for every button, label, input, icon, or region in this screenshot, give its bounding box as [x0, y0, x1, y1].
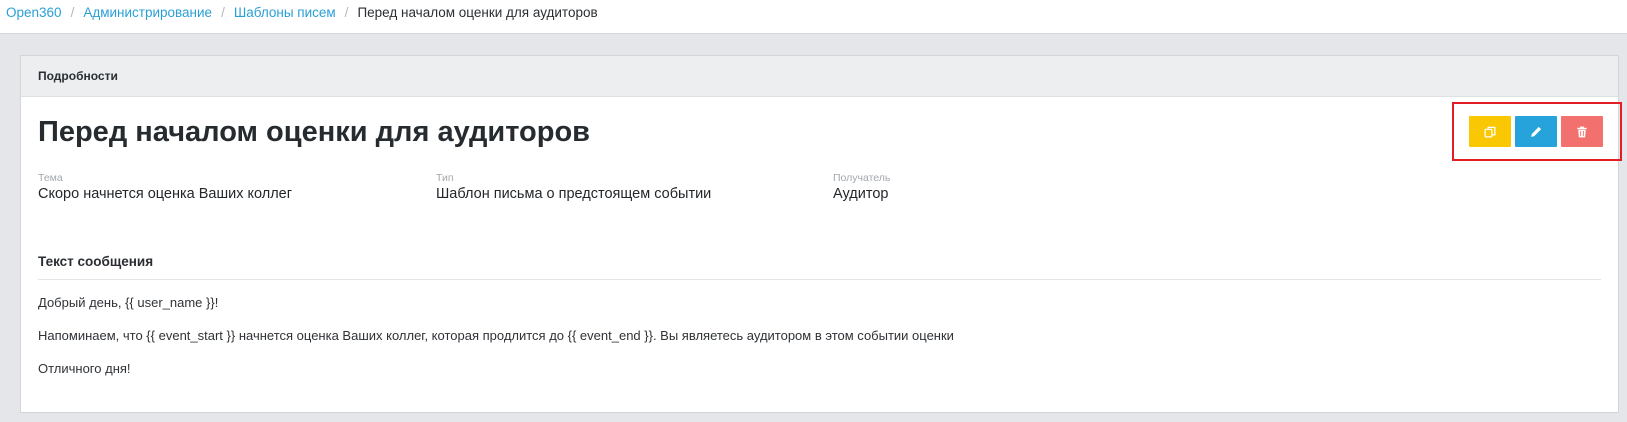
- pencil-icon: [1530, 126, 1542, 138]
- field-value: Шаблон письма о предстоящем событии: [436, 186, 712, 202]
- divider: [38, 279, 1601, 280]
- top-bar: Open360 / Администрирование / Шаблоны писем /…: [0, 0, 1627, 34]
- breadcrumb: Open360 / Администрирование / Шаблоны писем /…: [6, 0, 598, 25]
- delete-button[interactable]: [1561, 116, 1603, 147]
- copy-button[interactable]: [1469, 116, 1511, 147]
- breadcrumb-separator: /: [344, 5, 349, 20]
- card-header-title: Подробности: [38, 69, 118, 83]
- message-line: Отличного дня!: [38, 361, 131, 376]
- action-buttons: [1469, 116, 1603, 147]
- message-line: Напоминаем, что {{ event_start }} начнет…: [38, 328, 954, 343]
- message-line: Добрый день, {{ user_name }}!: [38, 295, 219, 310]
- field-value: Аудитор: [833, 186, 889, 202]
- breadcrumb-link-administration[interactable]: Администрирование: [83, 5, 212, 20]
- trash-icon: [1576, 126, 1588, 138]
- field-type: Тип Шаблон письма о предстоящем событии: [436, 172, 711, 203]
- details-card: Подробности Перед началом оценки для ауд…: [20, 55, 1619, 413]
- field-label: Тема: [38, 172, 63, 184]
- breadcrumb-separator: /: [221, 5, 225, 20]
- edit-button[interactable]: [1515, 116, 1557, 147]
- card-header: Подробности: [21, 56, 1618, 97]
- message-heading: Текст сообщения: [38, 254, 154, 269]
- template-title: Перед началом оценки для аудиторов: [38, 116, 591, 148]
- field-label: Тип: [436, 172, 454, 184]
- breadcrumb-link-email-templates[interactable]: Шаблоны писем: [234, 5, 336, 20]
- field-recipient: Получатель Аудитор: [833, 172, 890, 203]
- field-label: Получатель: [833, 172, 891, 184]
- breadcrumb-link-home[interactable]: Open360: [6, 5, 62, 20]
- field-subject: Тема Скоро начнется оценка Ваших коллег: [38, 172, 292, 203]
- breadcrumb-separator: /: [70, 5, 75, 20]
- copy-icon: [1484, 126, 1496, 138]
- breadcrumb-current: Перед началом оценки для аудиторов: [357, 5, 598, 20]
- field-value: Скоро начнется оценка Ваших коллег: [38, 186, 293, 202]
